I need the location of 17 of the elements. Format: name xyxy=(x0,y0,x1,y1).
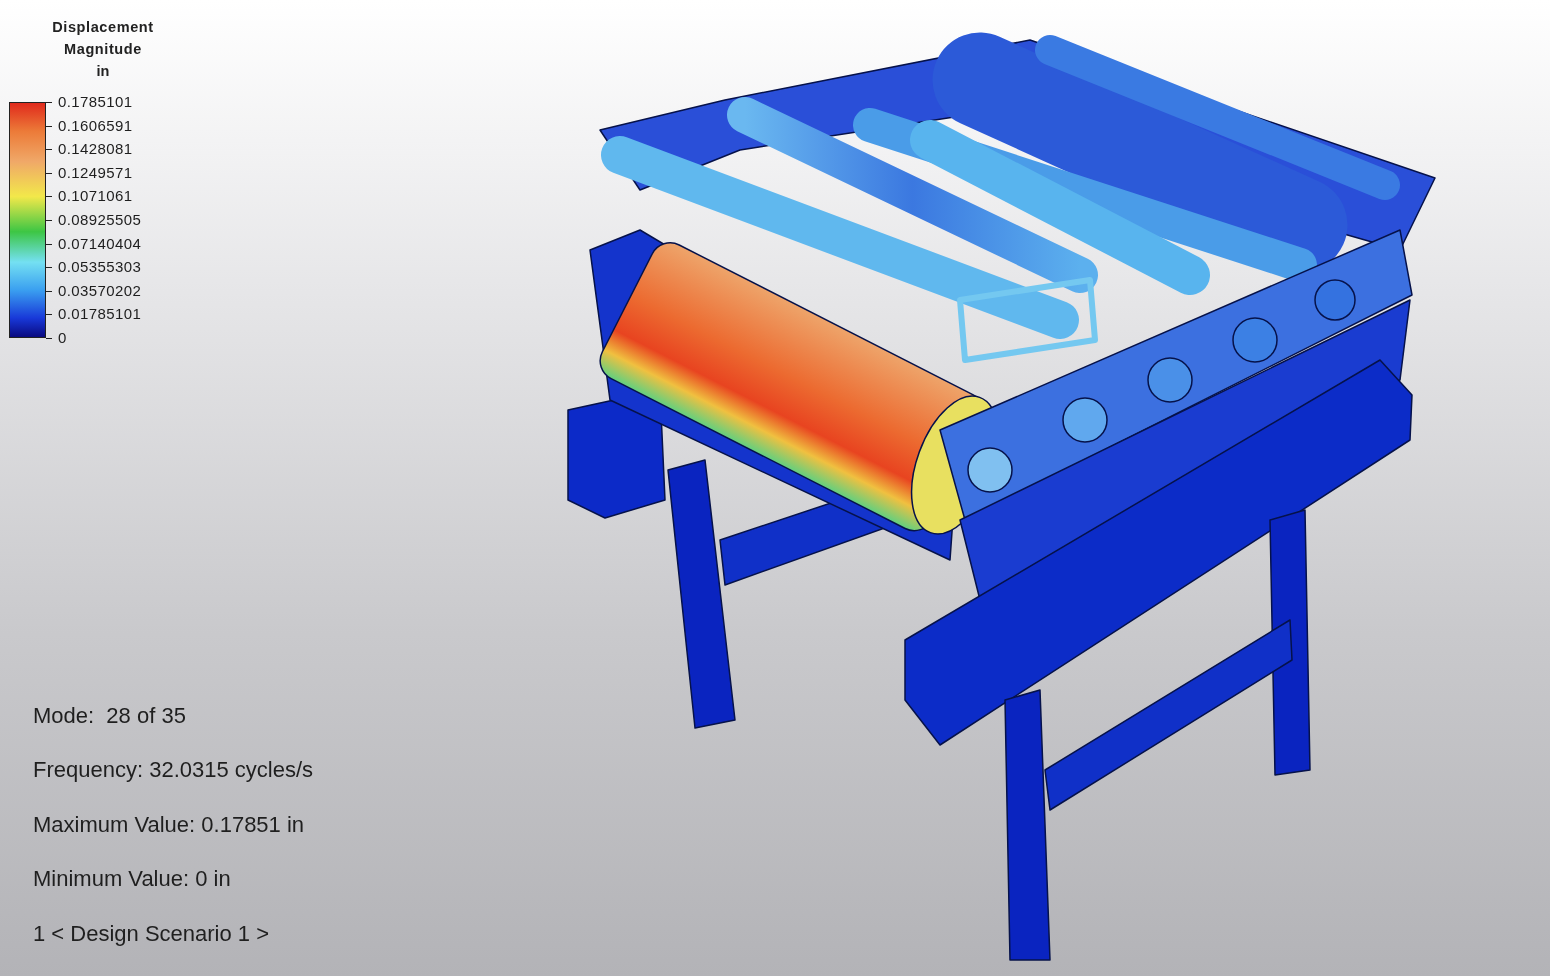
result-info-text: Minimum Value: 0 in xyxy=(33,865,232,893)
legend-unit: in xyxy=(95,62,111,81)
scale-value-label: 0.1785101 xyxy=(46,92,142,112)
scale-value-label: 0.07140404 xyxy=(46,233,142,254)
scale-value-label: 0.08925505 xyxy=(46,209,142,230)
scale-value-label: 0.1249571 xyxy=(46,162,142,183)
result-info-text: Frequency: 32.0315 cycles/s xyxy=(33,756,315,784)
scale-value-label: 0.1606591 xyxy=(46,115,142,136)
scale-value-label: 0 xyxy=(46,327,142,348)
result-info-text: 1 < Design Scenario 1 > xyxy=(33,919,271,948)
scale-value-label: 0.01785101 xyxy=(46,304,142,325)
scale-value-label: 0.1071061 xyxy=(46,186,142,207)
scale-value-label: 0.1428081 xyxy=(46,139,142,160)
scale-value-label: 0.03570202 xyxy=(46,280,142,301)
result-info-text: Maximum Value: 0.17851 in xyxy=(33,810,306,839)
scale-value-label: 0.05355303 xyxy=(46,257,142,278)
result-info-text: Mode: 28 of 35 xyxy=(33,701,187,730)
